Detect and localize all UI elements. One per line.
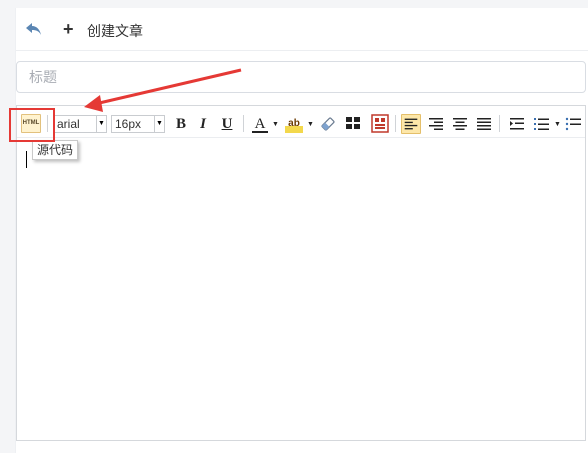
underline-button[interactable]: U bbox=[219, 115, 235, 133]
font-family-value: arial bbox=[57, 117, 80, 131]
indent-icon[interactable] bbox=[507, 114, 527, 134]
toolbar-divider bbox=[499, 115, 500, 132]
undo-arrow-icon[interactable] bbox=[25, 21, 43, 37]
align-center-icon[interactable] bbox=[450, 114, 470, 134]
font-size-value: 16px bbox=[115, 117, 142, 131]
align-justify-icon[interactable] bbox=[474, 114, 494, 134]
source-code-tooltip: 源代码 bbox=[32, 140, 79, 160]
page-header: + 创建文章 bbox=[16, 8, 588, 51]
italic-button[interactable]: I bbox=[195, 115, 211, 133]
toolbar-divider bbox=[395, 115, 396, 132]
emoticon-panel-icon[interactable] bbox=[371, 114, 389, 133]
chevron-down-icon[interactable]: ▼ bbox=[554, 121, 561, 128]
article-title-input[interactable] bbox=[16, 61, 586, 93]
editor-toolbar: HTML arial ▼ 16px ▼ B I U A ▼ ab ▼ ▼ bbox=[17, 106, 585, 138]
page-title: 创建文章 bbox=[87, 23, 143, 39]
align-right-icon[interactable] bbox=[426, 114, 446, 134]
ordered-list-icon[interactable] bbox=[532, 114, 552, 134]
font-size-select[interactable]: 16px ▼ bbox=[111, 115, 165, 133]
text-cursor bbox=[26, 151, 27, 168]
highlight-color-button[interactable]: ab bbox=[285, 115, 303, 133]
chevron-down-icon[interactable]: ▼ bbox=[307, 121, 314, 128]
chevron-down-icon[interactable]: ▼ bbox=[272, 121, 279, 128]
chevron-down-icon: ▼ bbox=[154, 116, 164, 132]
unordered-list-icon[interactable] bbox=[564, 114, 584, 134]
annotation-highlight-box bbox=[9, 108, 55, 142]
font-color-button[interactable]: A bbox=[252, 115, 268, 133]
font-family-select[interactable]: arial ▼ bbox=[53, 115, 107, 133]
rich-text-editor[interactable]: HTML arial ▼ 16px ▼ B I U A ▼ ab ▼ ▼ 源代码 bbox=[16, 105, 586, 441]
bold-button[interactable]: B bbox=[173, 115, 189, 133]
table-grid-icon[interactable] bbox=[345, 115, 361, 131]
plus-icon: + bbox=[63, 19, 74, 39]
eraser-icon[interactable] bbox=[319, 115, 337, 133]
toolbar-divider bbox=[243, 115, 244, 132]
chevron-down-icon: ▼ bbox=[96, 116, 106, 132]
align-left-icon[interactable] bbox=[401, 114, 421, 134]
